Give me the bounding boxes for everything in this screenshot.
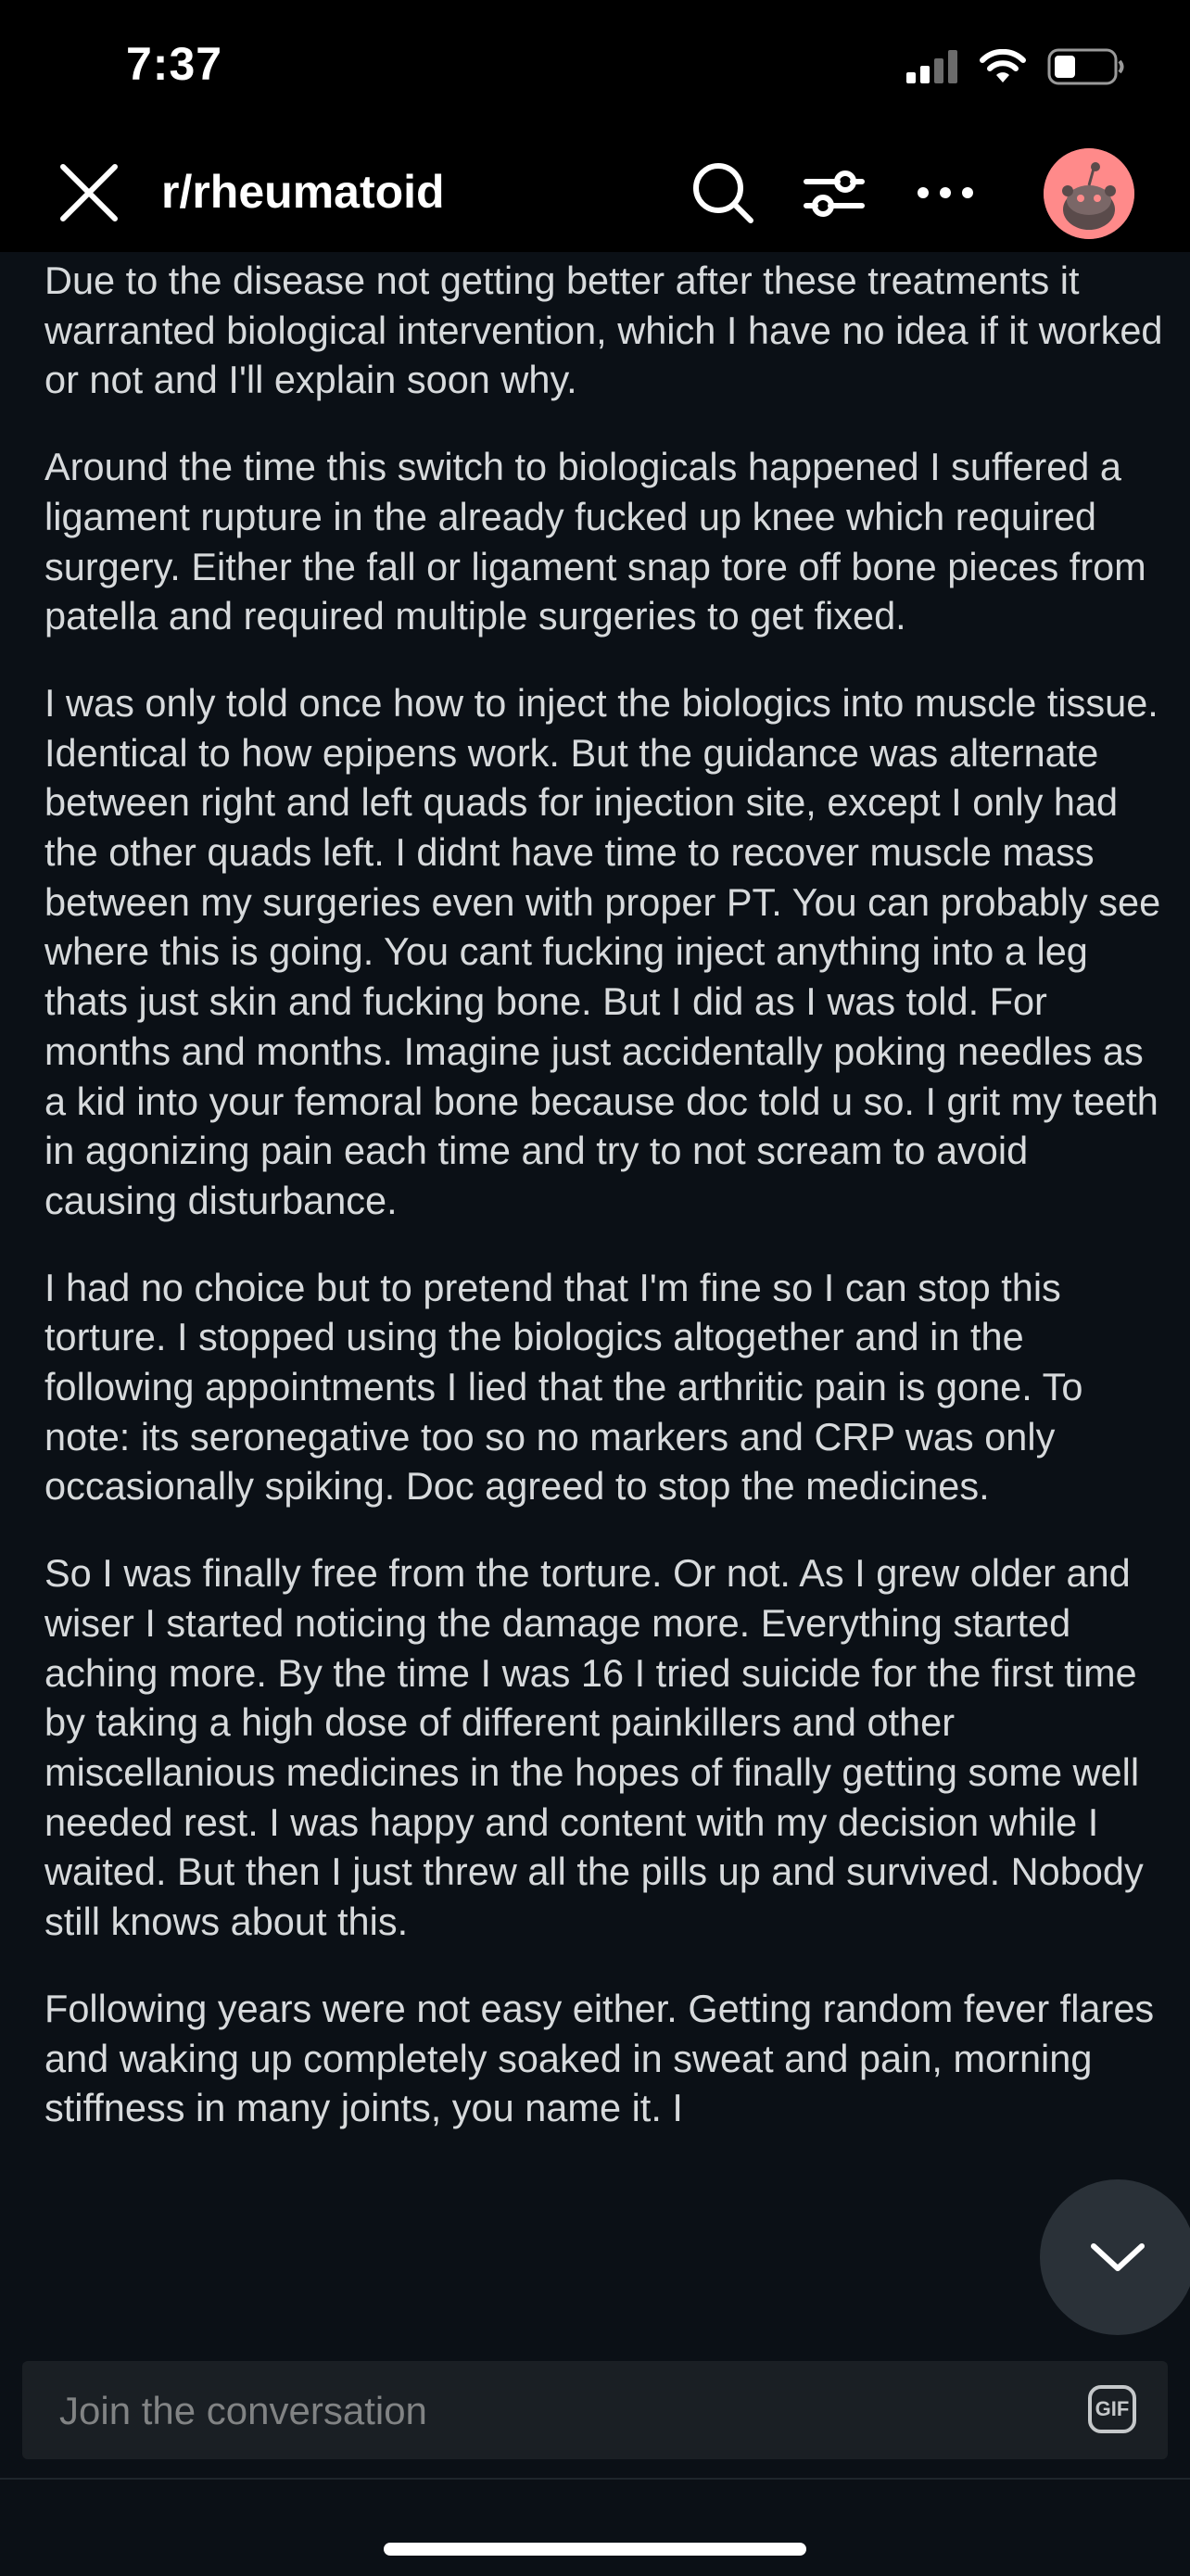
battery-icon [1047,48,1124,85]
search-icon [693,163,753,223]
close-icon [60,164,118,221]
post-paragraph: Following years were not easy either. Ge… [44,1986,1155,2130]
scroll-down-button[interactable] [1040,2179,1190,2335]
status-icons [906,48,1125,85]
more-icon [918,187,973,198]
subreddit-header: r/rheumatoid [0,139,1190,252]
status-time: 7:37 [126,38,223,90]
post-body: Due to the disease not getting better af… [0,252,1190,2328]
chevron-down-icon [1091,2243,1145,2271]
snoo-avatar-icon [1044,148,1134,239]
status-bar: 7:37 [0,0,1190,139]
cellular-signal-icon [906,50,957,83]
filter-button[interactable] [797,156,871,230]
home-indicator-area [0,2478,1190,2576]
post-paragraph: I was only told once how to inject the b… [44,680,1161,1222]
comment-composer-bar: GIF [0,2361,1190,2478]
post-paragraph: Due to the disease not getting better af… [44,259,1163,402]
comment-input[interactable] [57,2361,1062,2461]
post-paragraph: I had no choice but to pretend that I'm … [44,1265,1083,1509]
filter-icon [804,170,865,217]
post-paragraph: So I was finally free from the torture. … [44,1551,1144,1944]
home-indicator[interactable] [384,2543,806,2556]
wifi-icon [980,49,1026,82]
post-paragraph: Around the time this switch to biologica… [44,445,1146,638]
gif-label: GIF [1095,2397,1130,2420]
comment-composer: GIF [22,2361,1168,2461]
close-button[interactable] [56,159,122,226]
subreddit-name[interactable]: r/rheumatoid [161,165,445,219]
user-avatar[interactable] [1044,148,1134,239]
gif-button[interactable]: GIF [1088,2385,1136,2433]
more-options-button[interactable] [908,156,982,230]
search-button[interactable] [686,156,760,230]
